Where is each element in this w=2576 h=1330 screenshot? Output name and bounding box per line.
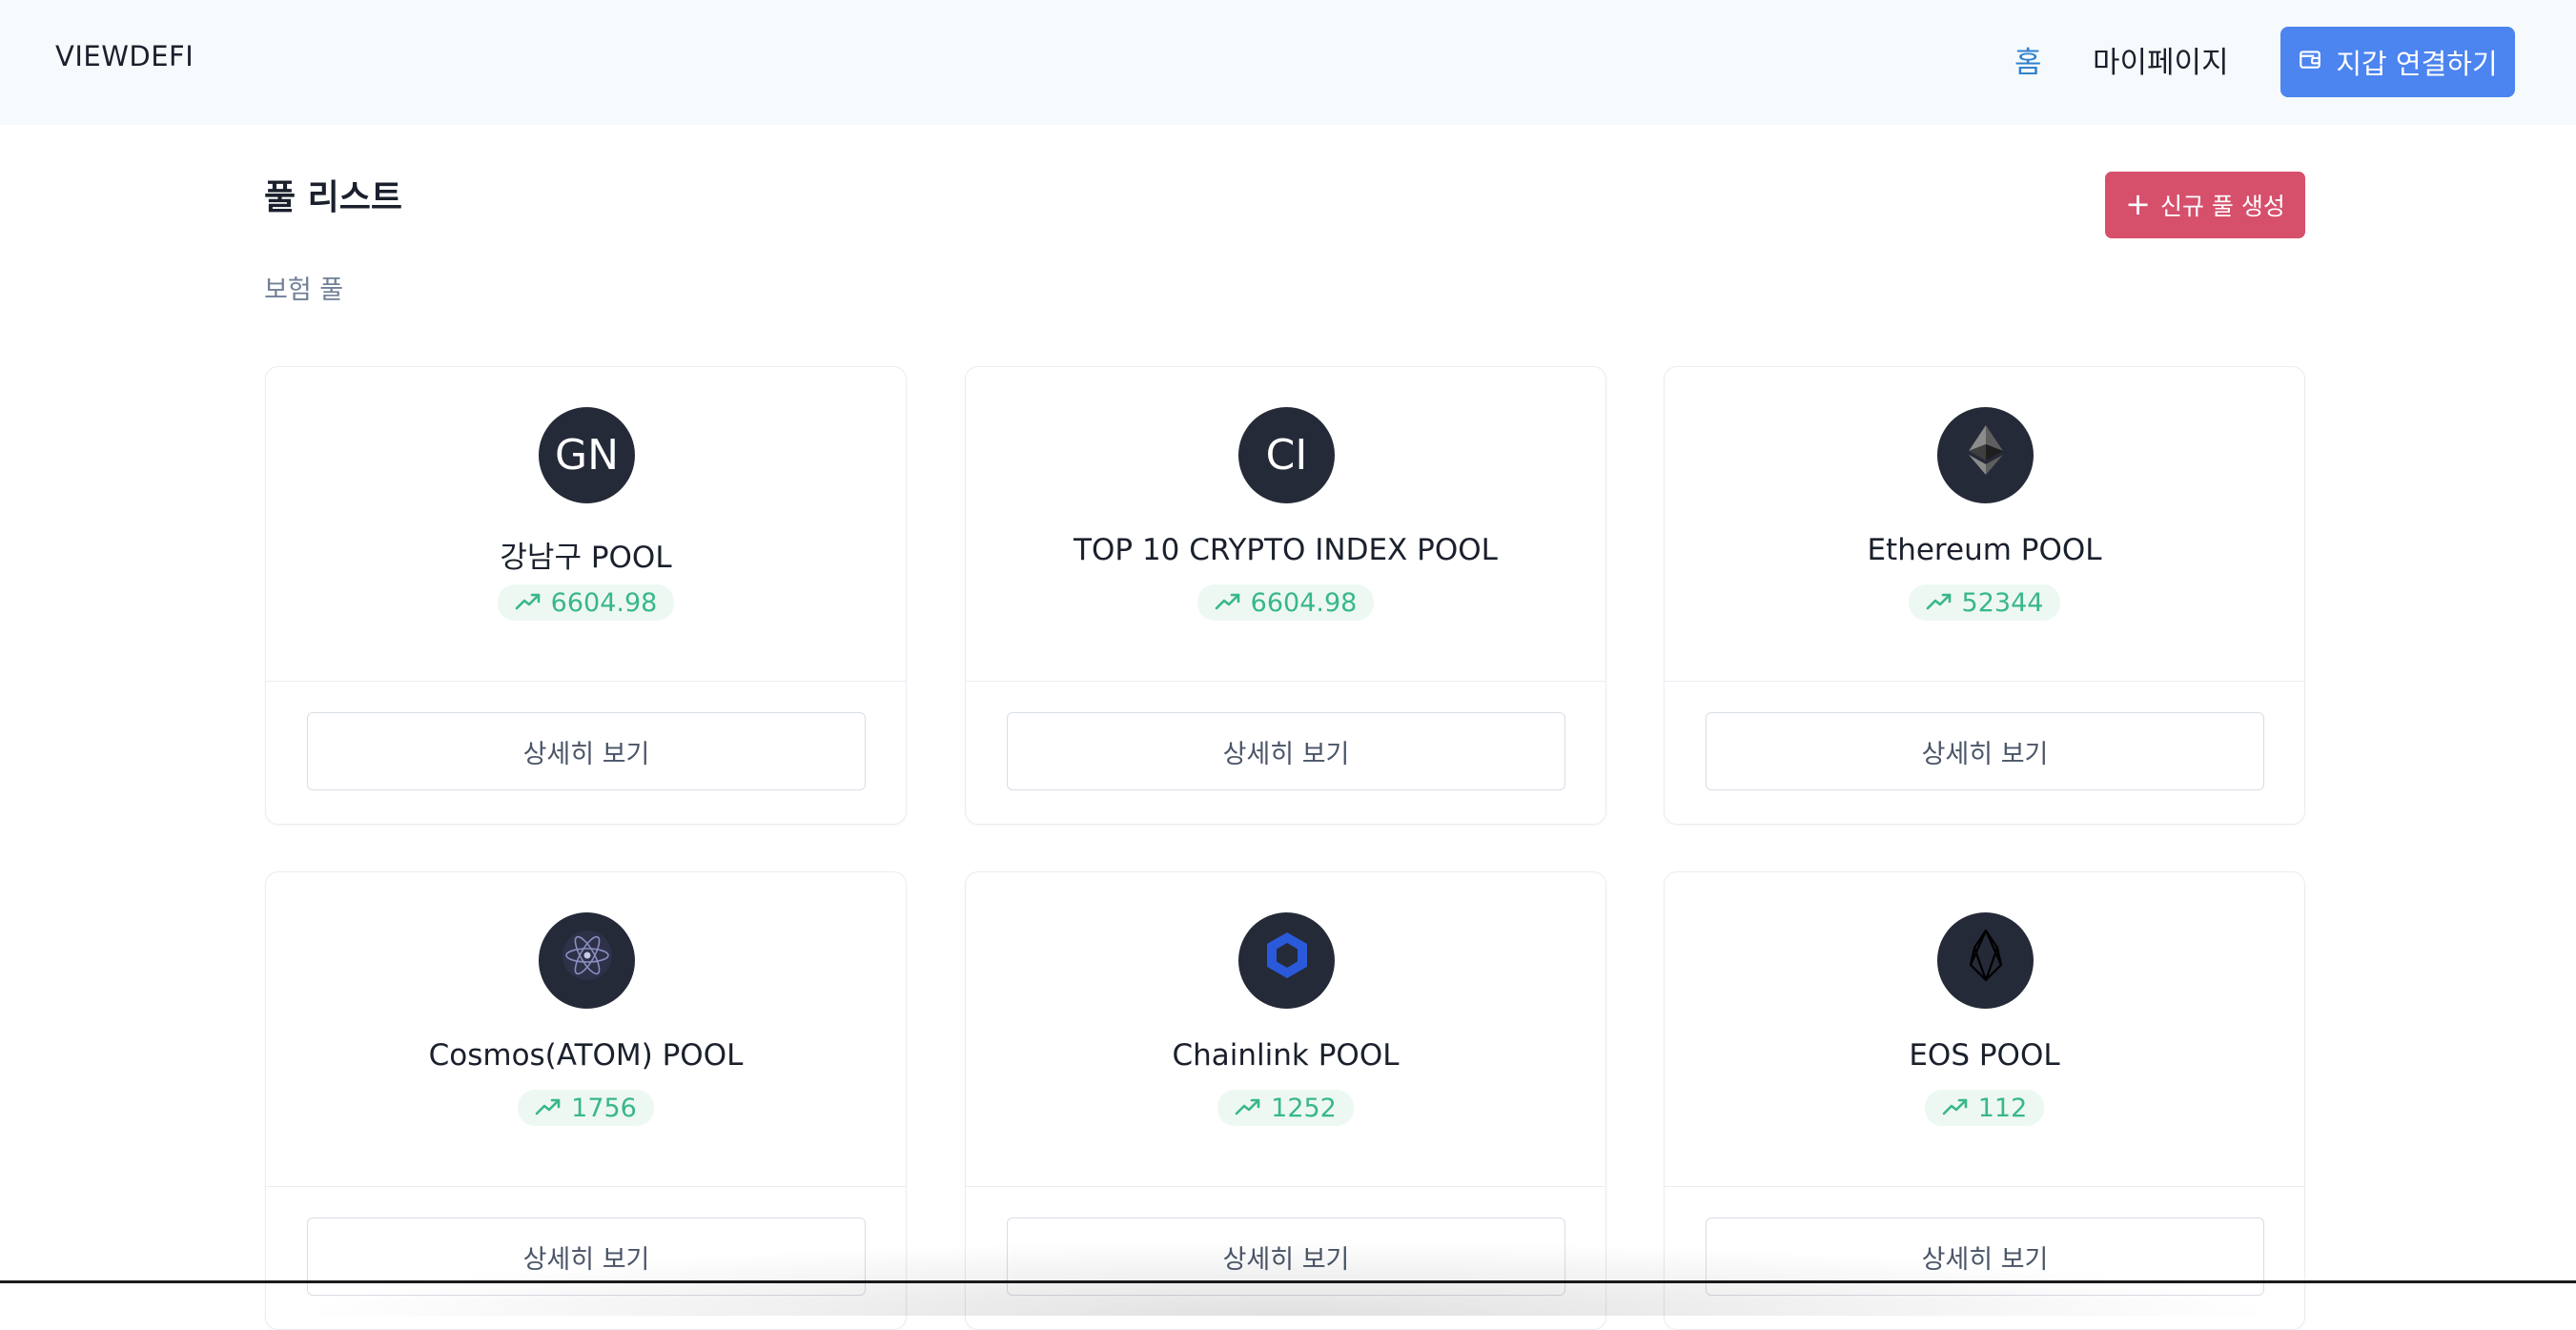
card-divider — [266, 681, 906, 682]
trending-up-icon — [1926, 588, 1952, 618]
connect-wallet-button[interactable]: 지갑 연결하기 — [2280, 27, 2515, 97]
view-details-button[interactable]: 상세히 보기 — [307, 712, 866, 790]
pool-name: Ethereum POOL — [1867, 533, 2102, 567]
pool-card: Cosmos(ATOM) POOL 1756 상세히 보기 — [265, 871, 907, 1330]
top-navbar: VIEWDEFI 홈 마이페이지 지갑 연결하기 — [0, 0, 2576, 125]
pool-value-badge: 52344 — [1908, 584, 2061, 621]
pool-name: TOP 10 CRYPTO INDEX POOL — [1073, 533, 1498, 567]
eos-logo-icon — [1952, 921, 2020, 1000]
trending-up-icon — [1235, 1094, 1261, 1123]
plus-icon: + — [2125, 185, 2151, 222]
wallet-icon — [2298, 46, 2322, 78]
pool-value-badge: 6604.98 — [497, 584, 675, 621]
create-pool-label: 신규 풀 생성 — [2159, 193, 2285, 220]
trending-up-icon — [535, 1094, 562, 1123]
section-label-insurance-pool: 보험 풀 — [264, 276, 344, 305]
pool-card-header: Chainlink POOL 1252 — [966, 872, 1605, 1186]
pool-value-badge: 1252 — [1217, 1090, 1354, 1126]
pool-avatar: CI — [1238, 407, 1335, 503]
pool-avatar — [1238, 912, 1335, 1009]
create-pool-button[interactable]: + 신규 풀 생성 — [2105, 172, 2305, 238]
pool-name: EOS POOL — [1909, 1038, 2060, 1073]
pool-card: Ethereum POOL 52344 상세히 보기 — [1664, 366, 2305, 825]
pool-card-header: EOS POOL 112 — [1665, 872, 2304, 1186]
pool-value: 6604.98 — [1250, 587, 1358, 618]
pool-card-header: CI TOP 10 CRYPTO INDEX POOL 6604.98 — [966, 367, 1605, 681]
pool-card: CI TOP 10 CRYPTO INDEX POOL 6604.98 상세히 … — [965, 366, 1606, 825]
nav-link-mypage[interactable]: 마이페이지 — [2093, 38, 2229, 81]
pool-value: 112 — [1977, 1093, 2028, 1123]
view-details-button[interactable]: 상세히 보기 — [307, 1217, 866, 1296]
pool-card: EOS POOL 112 상세히 보기 — [1664, 871, 2305, 1330]
card-divider — [266, 1186, 906, 1187]
pool-card-header: GN 강남구 POOL 6604.98 — [266, 367, 906, 681]
cosmos-logo-icon — [553, 921, 622, 1000]
page-title: 풀 리스트 — [264, 178, 403, 217]
view-details-button[interactable]: 상세히 보기 — [1706, 712, 2264, 790]
pool-card-header: Cosmos(ATOM) POOL 1756 — [266, 872, 906, 1186]
view-details-button[interactable]: 상세히 보기 — [1007, 712, 1565, 790]
trending-up-icon — [1942, 1094, 1969, 1123]
pool-value: 1252 — [1271, 1093, 1337, 1123]
trending-up-icon — [1215, 588, 1241, 618]
chainlink-logo-icon — [1253, 921, 1321, 1000]
pool-name: 강남구 POOL — [500, 541, 672, 575]
pool-value: 52344 — [1961, 587, 2044, 618]
pool-value-badge: 112 — [1924, 1090, 2045, 1126]
pool-card: GN 강남구 POOL 6604.98 상세히 보기 — [265, 366, 907, 825]
card-divider — [966, 681, 1605, 682]
ethereum-logo-icon — [1952, 416, 2020, 495]
pool-avatar — [1937, 912, 2034, 1009]
pool-avatar — [539, 912, 635, 1009]
pool-avatar: GN — [539, 407, 635, 503]
card-divider — [966, 1186, 1605, 1187]
card-divider — [1665, 681, 2304, 682]
pool-name: Chainlink POOL — [1172, 1038, 1400, 1073]
view-details-button[interactable]: 상세히 보기 — [1706, 1217, 2264, 1296]
nav-link-home[interactable]: 홈 — [2014, 38, 2042, 81]
connect-wallet-label: 지갑 연결하기 — [2336, 48, 2498, 80]
view-details-button[interactable]: 상세히 보기 — [1007, 1217, 1565, 1296]
pool-name: Cosmos(ATOM) POOL — [428, 1038, 744, 1073]
pool-value-badge: 1756 — [518, 1090, 654, 1126]
pool-value-badge: 6604.98 — [1196, 584, 1375, 621]
brand-logo[interactable]: VIEWDEFI — [55, 40, 194, 72]
trending-up-icon — [515, 588, 542, 618]
pool-value: 1756 — [571, 1093, 637, 1123]
pool-card: Chainlink POOL 1252 상세히 보기 — [965, 871, 1606, 1330]
card-divider — [1665, 1186, 2304, 1187]
pool-avatar — [1937, 407, 2034, 503]
pool-card-header: Ethereum POOL 52344 — [1665, 367, 2304, 681]
pool-value: 6604.98 — [550, 587, 658, 618]
